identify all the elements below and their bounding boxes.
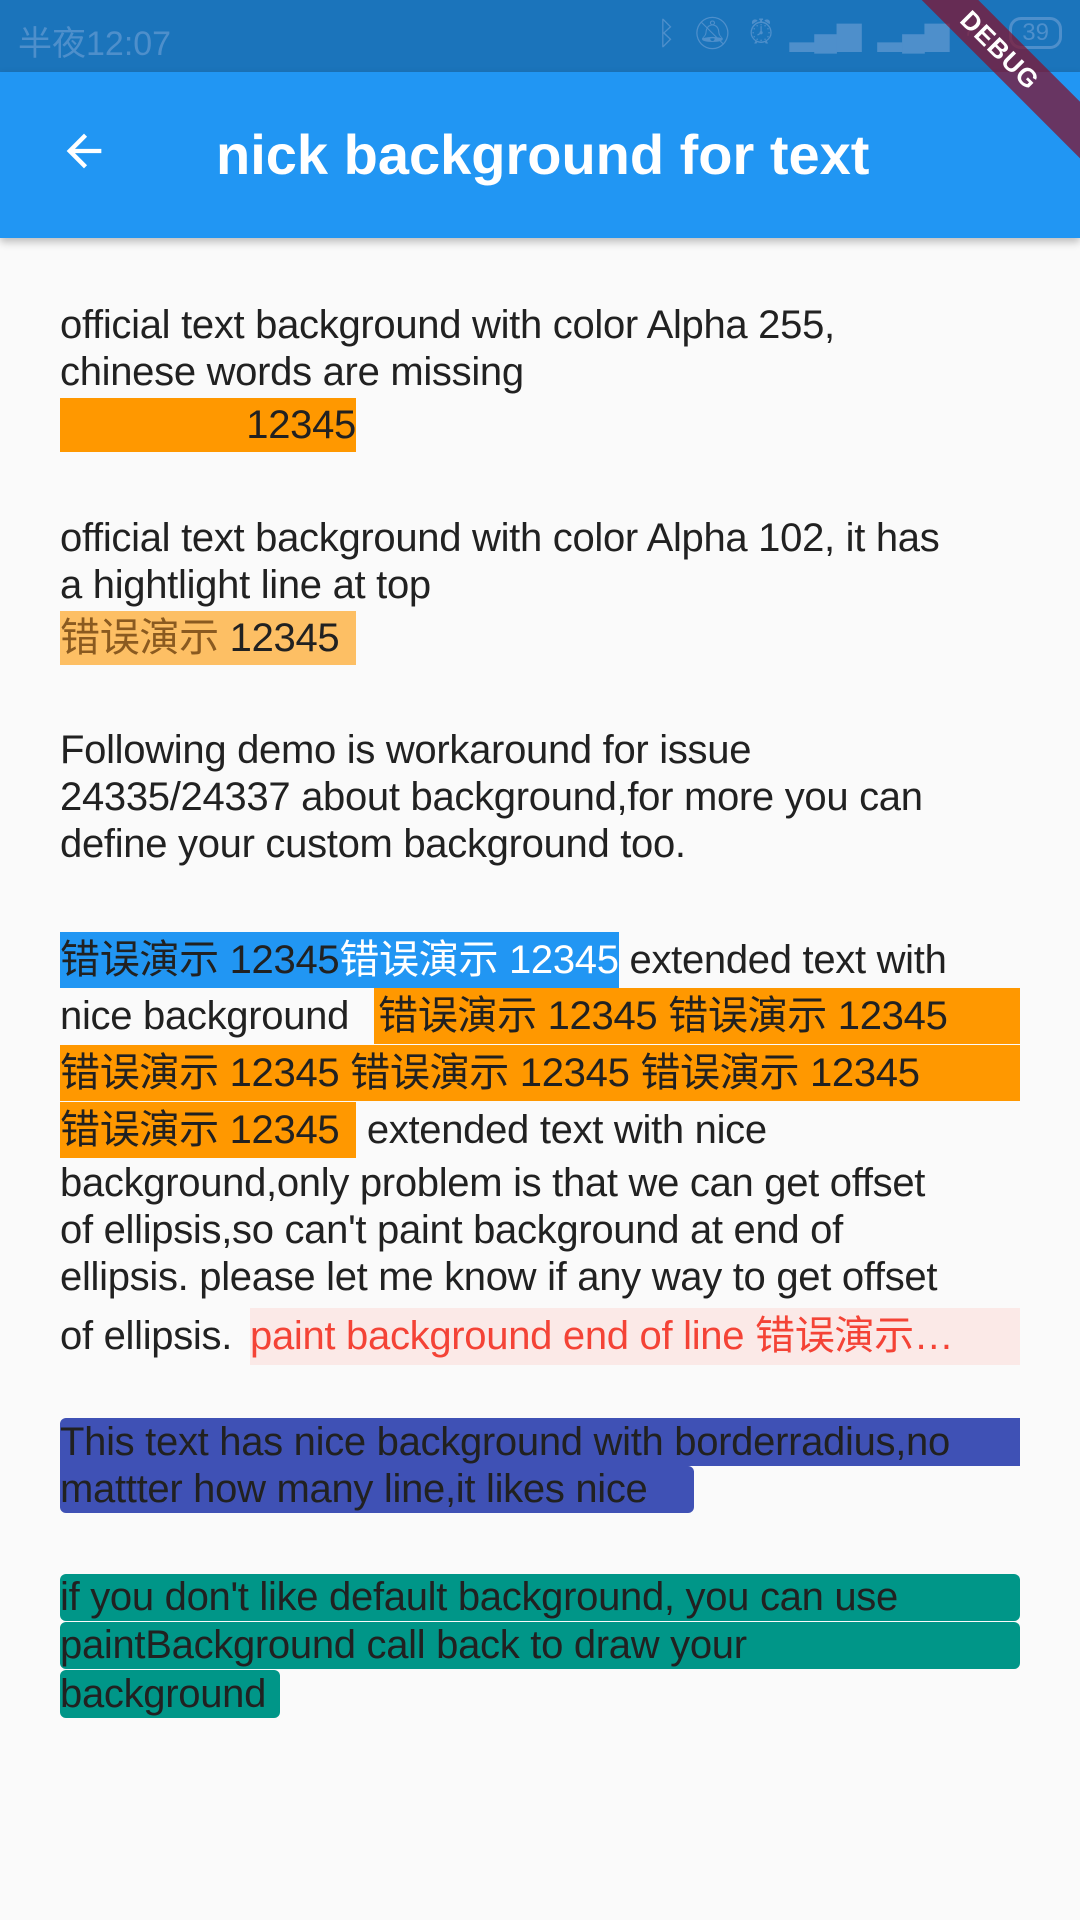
section4-line: of ellipsis,so can't paint background at… — [60, 1208, 843, 1252]
section3-line: define your custom background too. — [60, 822, 686, 866]
section1-line: chinese words are missing — [60, 350, 524, 394]
orange-bg-text: 错误演示 12345 错误演示 12345 — [374, 988, 1020, 1044]
mute-icon: 🔕︎ — [692, 15, 733, 51]
orange-bg-text: 错误演示 12345 错误演示 12345 错误演示 12345 — [60, 1045, 1020, 1101]
plain-text: extended text with nice — [356, 1108, 767, 1152]
signal-icon: ▂▄▆ — [789, 15, 862, 51]
arrow-back-icon[interactable] — [58, 125, 110, 177]
alarm-icon: ⏰︎ — [748, 14, 774, 50]
sample-cn: 错误演示 — [60, 616, 219, 660]
section4-line: ellipsis. please let me know if any way … — [60, 1255, 938, 1299]
section4-line: background,only problem is that we can g… — [60, 1161, 926, 1205]
signal-icon: ▂▄▆ — [877, 15, 950, 51]
section4-line2: nice background 错误演示 12345 错误演示 12345 — [60, 988, 1020, 1044]
section4-line1: 错误演示 12345错误演示 12345 extended text with — [60, 932, 947, 988]
alpha255-sample: 12345 — [60, 398, 356, 452]
status-time: 半夜12:07 — [18, 25, 172, 63]
plain-text: extended text with — [618, 938, 947, 982]
orange-bg-text: 错误演示 12345 — [60, 1102, 356, 1158]
section3-line: 24335/24337 about background,for more yo… — [60, 775, 923, 819]
section4-line4: 错误演示 12345 extended text with nice — [60, 1102, 767, 1158]
indigo-bg-line: mattter how many line,it likes nice — [60, 1466, 694, 1513]
section2-line: official text background with color Alph… — [60, 516, 940, 560]
teal-bg-line: paintBackground call back to draw your — [60, 1622, 1020, 1669]
ellipsis-bg-text: paint background end of line 错误演示… — [250, 1308, 1020, 1365]
section4-last-line: of ellipsis. paint background end of line… — [60, 1308, 1020, 1365]
plain-text: nice background — [60, 994, 350, 1038]
alpha102-sample: 错误演示 12345 — [60, 611, 356, 665]
section2-line: a hightlight line at top — [60, 563, 431, 607]
bluetooth-icon: ᛒ — [656, 14, 676, 51]
app-bar: nick background for text — [0, 72, 1080, 238]
section1-line: official text background with color Alph… — [60, 303, 835, 347]
blue-bg-text: 错误演示 12345 — [60, 932, 340, 988]
teal-bg-line: if you don't like default background, yo… — [60, 1574, 1020, 1621]
status-bar: 半夜12:07 ᛒ 🔕︎ ⏰︎ ▂▄▆ ▂▄▆ ◠ 39 — [0, 0, 1080, 72]
teal-bg-line: background — [60, 1670, 280, 1718]
blue-bg-text: 错误演示 12345 — [339, 932, 619, 988]
indigo-bg-line: This text has nice background with borde… — [60, 1418, 1020, 1466]
plain-text: of ellipsis. — [60, 1314, 233, 1358]
section3-line: Following demo is workaround for issue — [60, 728, 752, 772]
page-title: nick background for text — [216, 123, 870, 186]
sample-num: 12345 — [218, 616, 340, 660]
